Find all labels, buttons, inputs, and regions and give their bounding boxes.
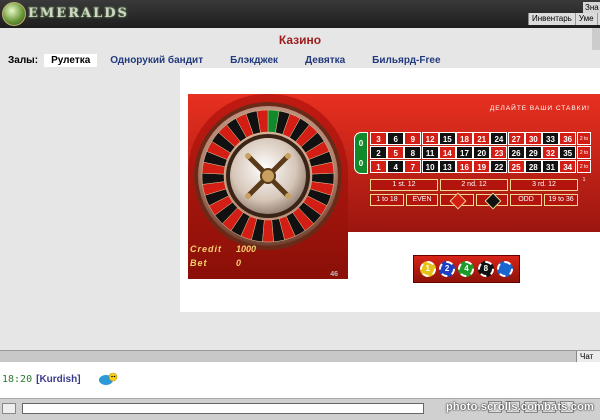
number-cell[interactable]: 14 xyxy=(438,146,456,159)
number-cell[interactable]: 34 xyxy=(559,160,577,173)
red-bet[interactable] xyxy=(440,192,474,210)
zero-label: 0 xyxy=(358,138,364,148)
chip-8[interactable]: 8 xyxy=(477,261,494,277)
chip-label: 1 xyxy=(422,264,433,274)
chat-window: 18:20 [Kurdish] xyxy=(0,362,600,398)
number-cell[interactable]: 15 xyxy=(438,132,456,145)
number-cell[interactable]: 17 xyxy=(456,146,473,159)
tab-billiards-free[interactable]: Бильярд-Free xyxy=(365,54,447,67)
number-cell[interactable]: 24 xyxy=(490,132,508,145)
number-cell[interactable]: 9 xyxy=(404,132,422,145)
chip-selector: 1 2 4 8 xyxy=(413,255,520,283)
odd-bet[interactable]: ODD xyxy=(510,194,542,206)
number-cell[interactable]: 13 xyxy=(438,160,456,173)
number-cell[interactable]: 12 xyxy=(421,132,439,145)
number-cell[interactable]: 1 xyxy=(370,160,387,173)
number-cell[interactable]: 2 xyxy=(370,146,387,159)
number-cell[interactable]: 10 xyxy=(421,160,439,173)
watermark: photo.scrolls.combats.com xyxy=(445,401,594,413)
chip-2[interactable]: 2 xyxy=(439,261,456,277)
number-cell[interactable]: 7 xyxy=(404,160,422,173)
number-cell[interactable]: 19 xyxy=(473,160,491,173)
message-time: 18:20 xyxy=(2,373,33,385)
top-bar: EMERALDS xyxy=(0,0,600,28)
logo-text: EMERALDS xyxy=(28,6,129,21)
top-menu: Инвентарь Уме xyxy=(528,13,600,25)
message-user[interactable]: [Kurdish] xyxy=(36,374,80,385)
dozen-3-bet[interactable]: 3 rd. 12 xyxy=(510,179,578,191)
chat-message-input[interactable] xyxy=(22,403,424,414)
number-cell[interactable]: 3 xyxy=(370,132,387,145)
page-title: Казино xyxy=(278,33,322,47)
number-cell[interactable]: 27 xyxy=(507,132,525,145)
even-bet[interactable]: EVEN xyxy=(406,194,438,206)
column-bet-middle[interactable]: 2 to 1 xyxy=(577,146,591,169)
credit-panel: Credit 1000 Bet 0 46 xyxy=(190,244,340,280)
chip-label xyxy=(500,264,511,274)
number-cell[interactable]: 16 xyxy=(456,160,473,173)
high-bet[interactable]: 19 to 36 xyxy=(544,194,578,206)
roulette-wheel xyxy=(194,102,342,250)
chat-message: 18:20 [Kurdish] xyxy=(2,372,119,386)
tab-roulette[interactable]: Рулетка xyxy=(44,53,98,67)
menu-inventory[interactable]: Инвентарь xyxy=(529,13,576,25)
zero-label: 0 xyxy=(358,158,364,168)
number-cell[interactable]: 4 xyxy=(387,160,405,173)
menu-skills[interactable]: Уме xyxy=(576,13,598,25)
bet-value: 0 xyxy=(236,258,242,268)
low-bet[interactable]: 1 to 18 xyxy=(370,194,404,206)
number-cell[interactable]: 21 xyxy=(473,132,491,145)
number-cell[interactable]: 32 xyxy=(542,146,559,159)
emerald-gem-icon xyxy=(2,2,26,26)
number-cell[interactable]: 30 xyxy=(524,132,542,145)
credit-label: Credit xyxy=(190,244,223,254)
number-cell[interactable]: 31 xyxy=(542,160,559,173)
chip-4[interactable]: 4 xyxy=(458,261,475,277)
tab-chat[interactable]: Чат xyxy=(576,351,600,362)
input-options-button[interactable] xyxy=(2,403,16,414)
column-bet-top[interactable]: 2 to 1 xyxy=(577,132,591,155)
top-right-button[interactable]: Зна xyxy=(583,2,600,13)
credit-value: 1000 xyxy=(236,244,257,254)
number-cell[interactable]: 28 xyxy=(524,160,542,173)
chip-1[interactable]: 1 xyxy=(419,261,436,277)
chip-label: 4 xyxy=(461,264,472,274)
dozen-1-bet[interactable]: 1 st. 12 xyxy=(370,179,438,191)
number-cell[interactable]: 29 xyxy=(524,146,542,159)
number-cell[interactable]: 22 xyxy=(490,160,508,173)
chip-label: 8 xyxy=(480,264,491,274)
number-cell[interactable]: 6 xyxy=(387,132,405,145)
chip-label: 2 xyxy=(442,264,453,274)
number-cell[interactable]: 33 xyxy=(542,132,559,145)
number-cell[interactable]: 5 xyxy=(387,146,405,159)
chip-extra[interactable] xyxy=(497,261,514,277)
halls-tabs: Залы: Рулетка Однорукий бандит Блэкджек … xyxy=(8,52,461,68)
number-cell[interactable]: 20 xyxy=(473,146,491,159)
tab-blackjack[interactable]: Блэкджек xyxy=(223,54,285,67)
column-bet-bottom[interactable]: 2 to 1 xyxy=(577,160,591,183)
number-cell[interactable]: 8 xyxy=(404,146,422,159)
bet-label: Bet xyxy=(190,258,208,268)
halls-label: Залы: xyxy=(8,54,39,66)
emeralds-logo: EMERALDS xyxy=(2,2,152,26)
corner-number: 46 xyxy=(330,271,338,278)
number-cell[interactable]: 23 xyxy=(490,146,508,159)
number-cell[interactable]: 26 xyxy=(507,146,525,159)
dozen-2-bet[interactable]: 2 nd. 12 xyxy=(440,179,508,191)
zero-cell[interactable]: 0 0 xyxy=(354,132,368,174)
number-cell[interactable]: 18 xyxy=(456,132,473,145)
number-cell[interactable]: 11 xyxy=(421,146,439,159)
tab-nine[interactable]: Девятка xyxy=(298,54,352,67)
number-cell[interactable]: 36 xyxy=(559,132,577,145)
number-cell[interactable]: 25 xyxy=(507,160,525,173)
number-cell[interactable]: 35 xyxy=(559,146,577,159)
tab-one-armed-bandit[interactable]: Однорукий бандит xyxy=(103,54,210,67)
roulette-game: ДЕЛАЙТЕ ВАШИ СТАВКИ! 0 0 3 6 9 12 15 18 … xyxy=(180,68,600,312)
black-bet[interactable] xyxy=(476,192,508,210)
place-bets-header: ДЕЛАЙТЕ ВАШИ СТАВКИ! xyxy=(489,105,590,112)
smiley-icon xyxy=(98,372,117,385)
